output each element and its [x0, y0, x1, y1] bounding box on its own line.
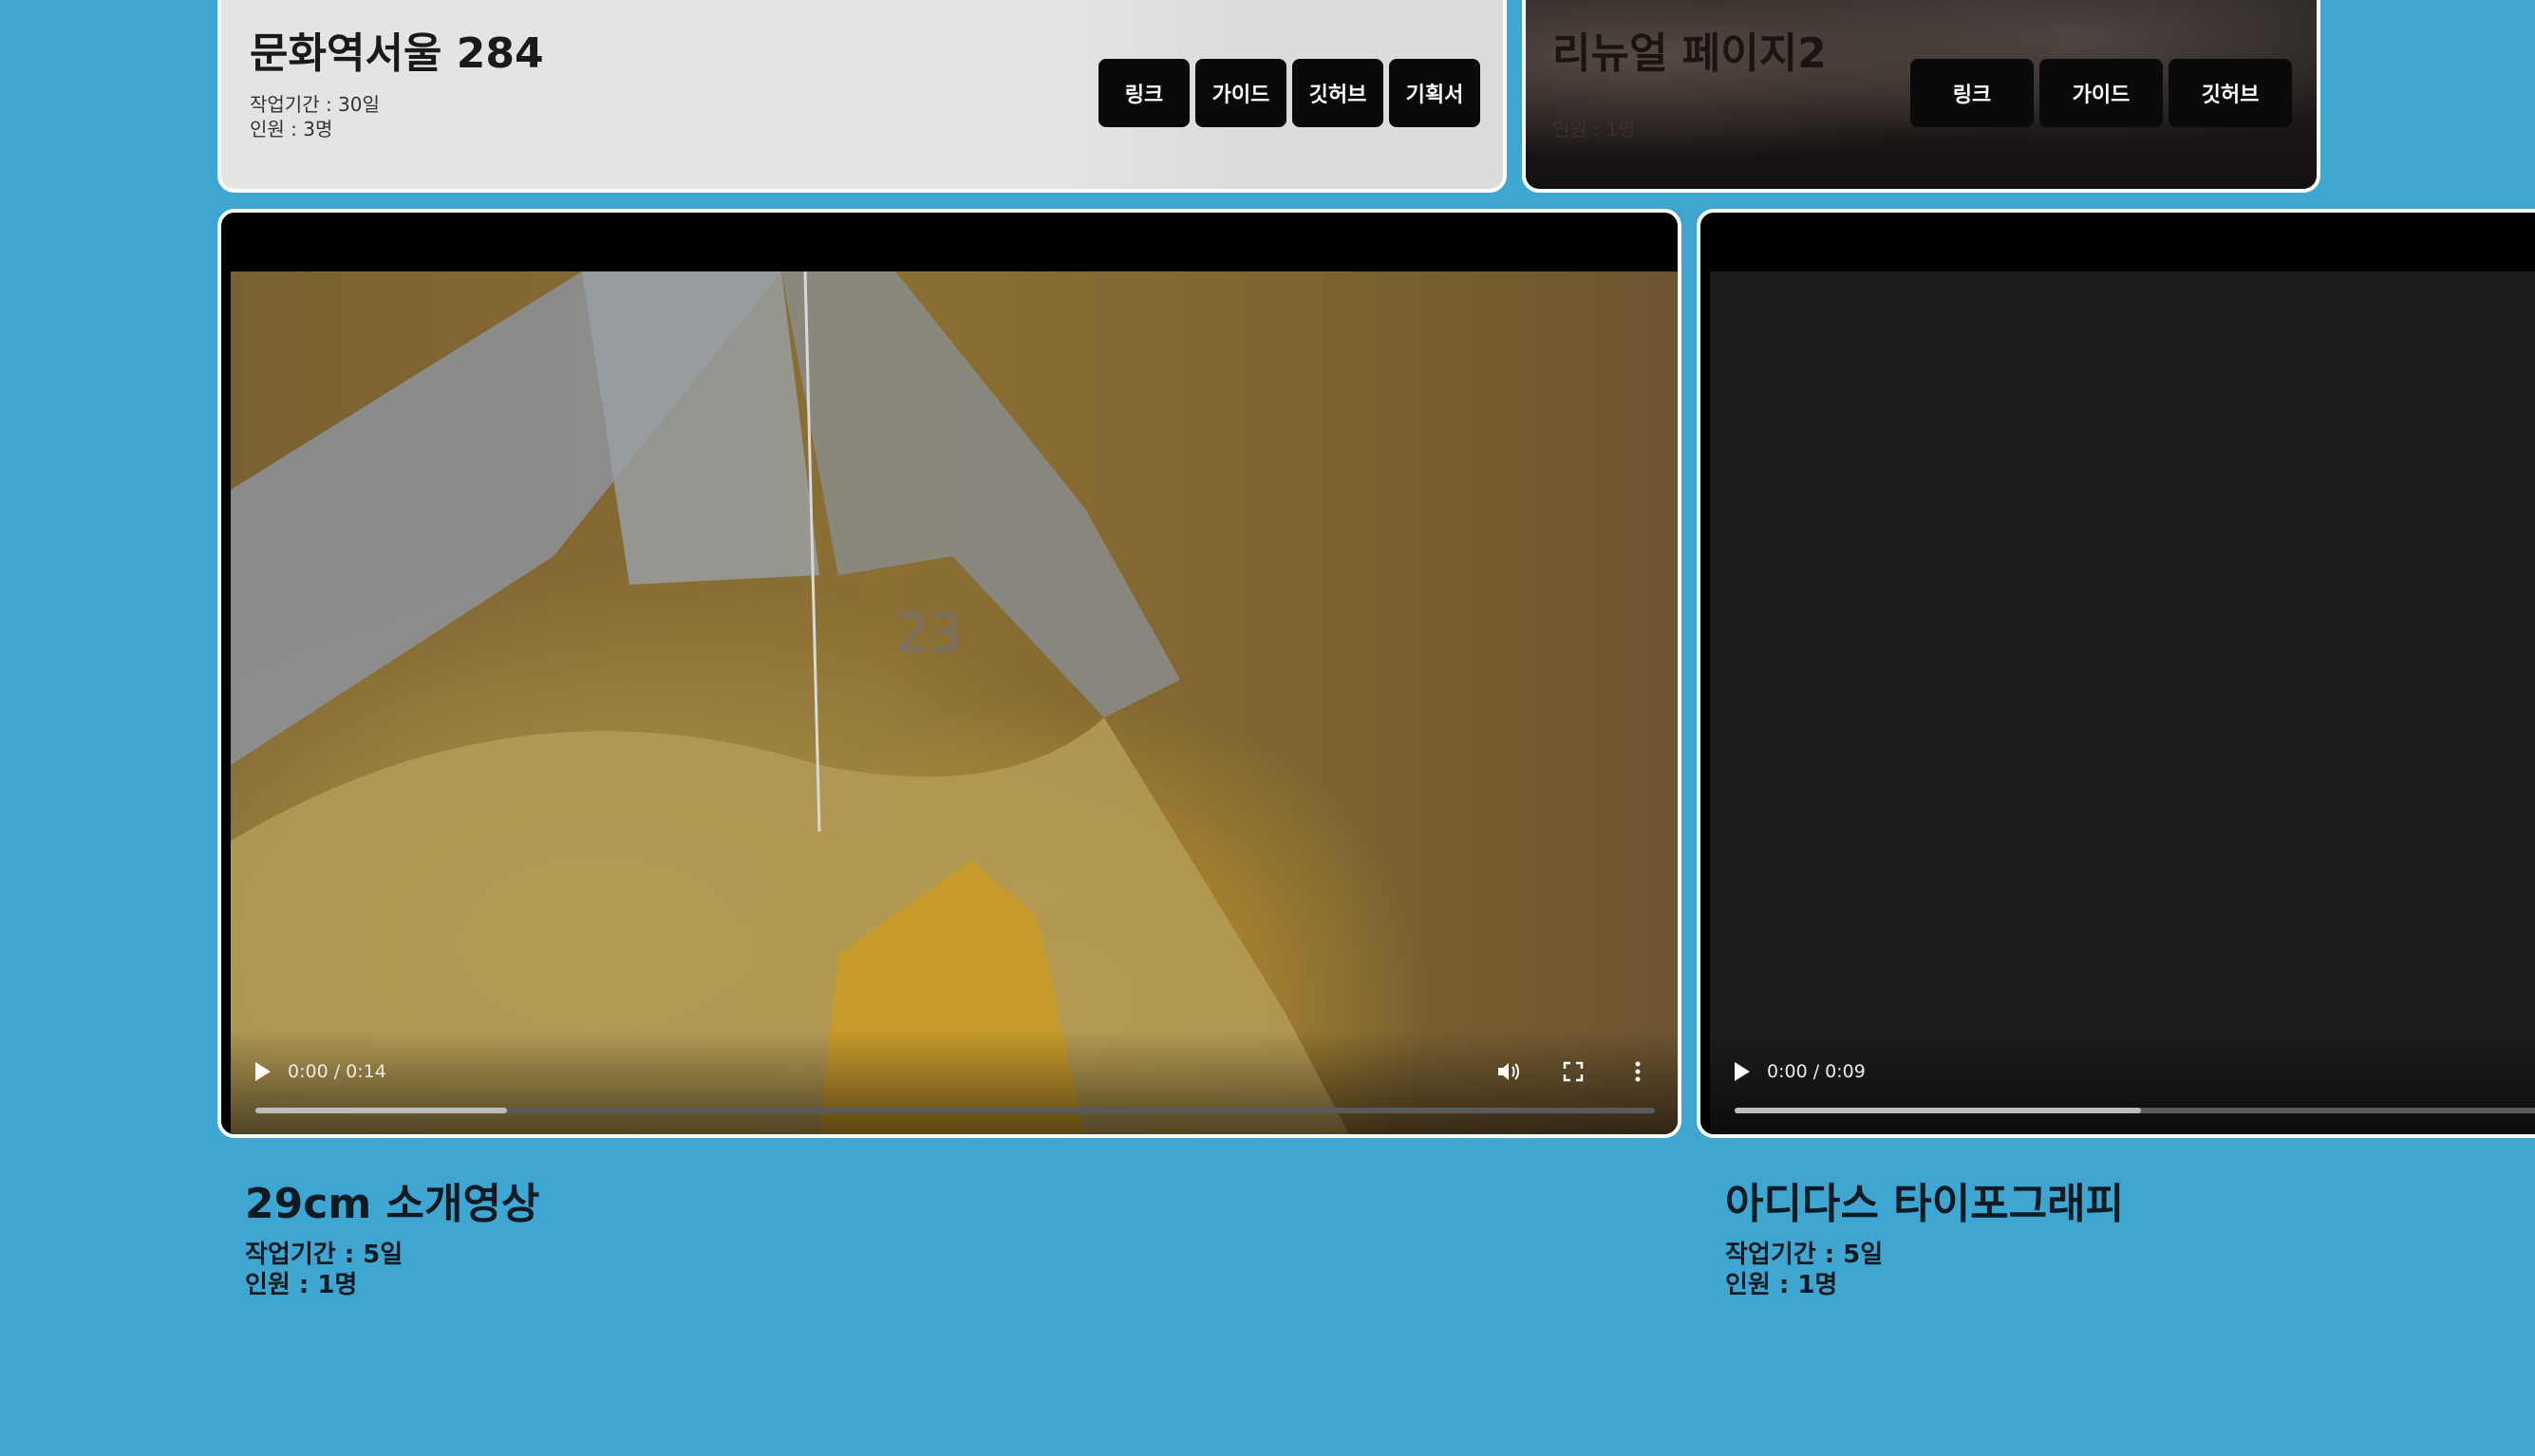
video-title: 아디다스 타이포그래피 [1725, 1180, 2125, 1228]
project-period: 작업기간 : 30일 [250, 93, 380, 116]
github-button[interactable]: 깃허브 [1292, 59, 1383, 127]
video-still-hanger: 23 [231, 271, 1349, 1134]
project-members: 인원 : 3명 [250, 118, 333, 140]
volume-icon[interactable] [1492, 1055, 1526, 1089]
video-controls: 0:00 / 0:14 [255, 1055, 1655, 1089]
video-progress-bar[interactable] [255, 1108, 1655, 1113]
project-members: 인원 : 1명 [1552, 118, 1636, 140]
project-card-munhwa: 문화역서울 284 작업기간 : 30일 인원 : 3명 링크 가이드 깃허브 … [217, 0, 1507, 193]
video-meta: 작업기간 : 5일 인원 : 1명 [245, 1240, 539, 1300]
video-period: 작업기간 : 5일 [1725, 1241, 1884, 1269]
video-members: 인원 : 1명 [245, 1271, 358, 1299]
guide-button[interactable]: 가이드 [1195, 59, 1286, 127]
fullscreen-icon[interactable] [1556, 1055, 1590, 1089]
video-members: 인원 : 1명 [1725, 1271, 1838, 1299]
video-frame[interactable]: 23 0:00 / 0:14 [231, 271, 1678, 1134]
project-button-group: 링크 가이드 깃허브 기획서 [1098, 59, 1480, 127]
project-meta: 작업기간 : 30일 인원 : 3명 [250, 92, 380, 141]
video-time: 0:00 / 0:14 [288, 1061, 386, 1082]
video-period: 작업기간 : 5일 [245, 1241, 404, 1269]
video-progress-fill [255, 1108, 508, 1113]
video-progress-fill [1735, 1108, 2141, 1113]
svg-text:23: 23 [895, 603, 963, 664]
video-frame[interactable]: 0:00 / 0:09 [1710, 271, 2535, 1134]
project-title: 문화역서울 284 [250, 29, 544, 78]
proposal-button[interactable]: 기획서 [1389, 59, 1480, 127]
video-title: 29cm 소개영상 [245, 1180, 540, 1228]
link-button[interactable]: 링크 [1098, 59, 1190, 127]
video-progress-bar[interactable] [1735, 1108, 2535, 1113]
guide-button[interactable]: 가이드 [2039, 59, 2163, 127]
video-player-adidas[interactable]: 0:00 / 0:09 [1697, 209, 2535, 1138]
project-button-group: 링크 가이드 깃허브 [1910, 59, 2292, 127]
project-period: 작업기간 : 30일 [1552, 93, 1682, 116]
video-player-29cm[interactable]: 23 0:00 / 0:14 [217, 209, 1681, 1138]
project-title: 리뉴얼 페이지2 [1552, 29, 1827, 78]
project-meta: 작업기간 : 30일 인원 : 1명 [1552, 92, 1682, 141]
video-time: 0:00 / 0:09 [1767, 1061, 1866, 1082]
github-button[interactable]: 깃허브 [2169, 59, 2292, 127]
video-caption-adidas: 아디다스 타이포그래피 작업기간 : 5일 인원 : 1명 [1725, 1169, 2124, 1300]
more-options-icon[interactable] [1621, 1055, 1655, 1089]
link-button[interactable]: 링크 [1910, 59, 2034, 127]
video-controls: 0:00 / 0:09 [1735, 1055, 2525, 1089]
play-icon[interactable] [255, 1062, 271, 1081]
video-meta: 작업기간 : 5일 인원 : 1명 [1725, 1240, 2124, 1300]
play-icon[interactable] [1735, 1062, 1750, 1081]
project-card-renewal: 리뉴얼 페이지2 작업기간 : 30일 인원 : 1명 링크 가이드 깃허브 [1522, 0, 2320, 193]
video-caption-29cm: 29cm 소개영상 작업기간 : 5일 인원 : 1명 [245, 1169, 539, 1300]
